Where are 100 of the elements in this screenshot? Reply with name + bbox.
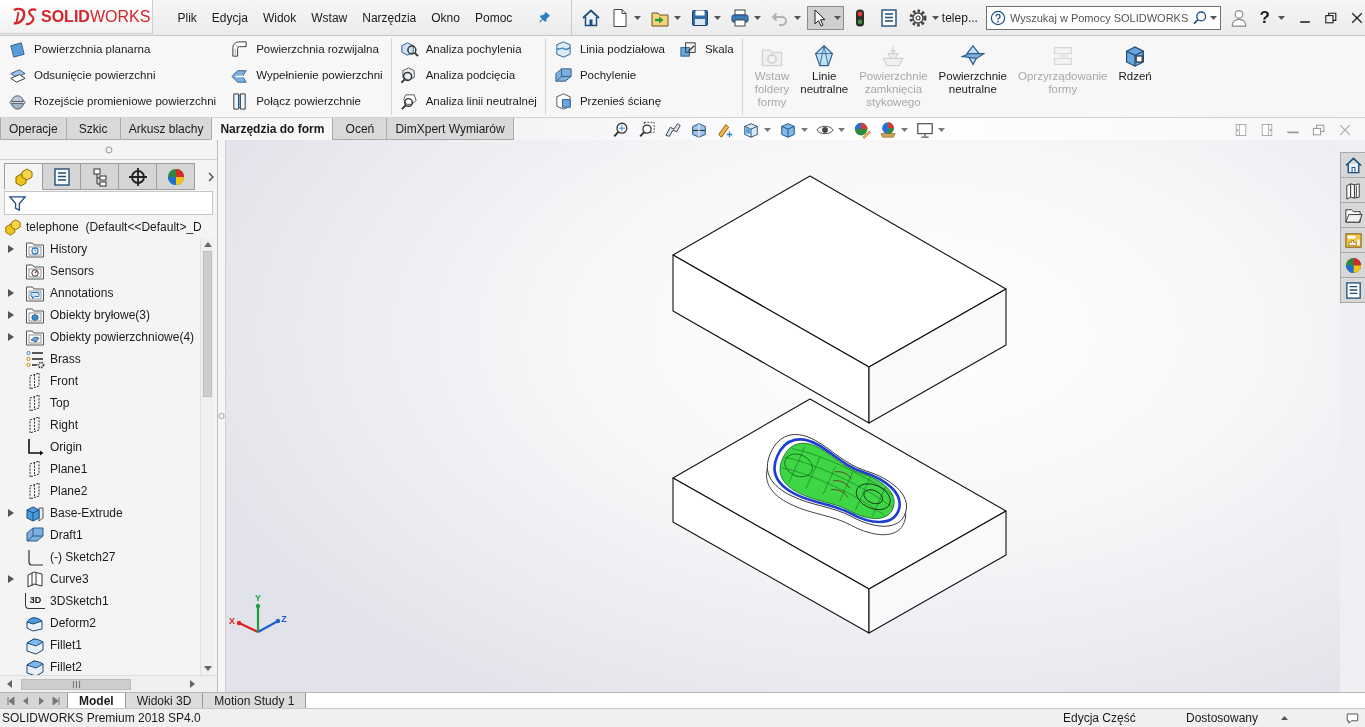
- first-tab-icon[interactable]: [6, 696, 15, 705]
- property-manager-tab[interactable]: [42, 163, 81, 190]
- view-palette-icon[interactable]: [1343, 230, 1363, 250]
- tree-item[interactable]: Draft1: [50, 528, 83, 542]
- menu-item[interactable]: Plik: [177, 10, 197, 25]
- tree-item[interactable]: Curve3: [50, 572, 89, 586]
- scroll-left-icon[interactable]: [7, 680, 12, 688]
- search-box[interactable]: Wyszukaj w Pomocy SOLIDWORKS: [985, 5, 1221, 30]
- ribbon-tab[interactable]: Operacje: [0, 118, 67, 140]
- chevron-right-icon[interactable]: [208, 171, 214, 182]
- user-silhouette-icon[interactable]: [1229, 7, 1248, 28]
- caret-down-icon[interactable]: [937, 128, 945, 132]
- scroll-right-icon[interactable]: [190, 680, 195, 688]
- tree-item[interactable]: Obiekty powierzchniowe(4): [50, 330, 195, 344]
- configuration-manager-tab[interactable]: [80, 163, 119, 190]
- ribbon-button[interactable]: Pochylenie: [550, 62, 668, 88]
- property-list-icon[interactable]: [1343, 280, 1363, 300]
- tree-item[interactable]: (-) Sketch27: [50, 550, 116, 564]
- caret-down-icon[interactable]: [1278, 15, 1285, 20]
- help-circle-icon[interactable]: [989, 9, 1006, 26]
- view-tab[interactable]: Widoki 3D: [125, 693, 204, 708]
- scroll-up-icon[interactable]: [203, 242, 212, 247]
- scrollbar-thumb[interactable]: [203, 251, 212, 397]
- caret-down-icon[interactable]: [837, 128, 845, 132]
- vertical-scrollbar[interactable]: [200, 238, 214, 675]
- grip-handle-icon[interactable]: [218, 412, 225, 420]
- ribbon-tab[interactable]: Oceń: [332, 118, 388, 140]
- last-tab-icon[interactable]: [52, 696, 61, 705]
- feature-tree-tab[interactable]: [4, 163, 43, 190]
- expand-arrow-icon[interactable]: [8, 311, 14, 319]
- caret-down-icon[interactable]: [900, 128, 908, 132]
- caret-down-icon[interactable]: [763, 128, 771, 132]
- scene-ball-icon[interactable]: [878, 121, 897, 139]
- dimxpert-manager-tab[interactable]: [118, 163, 157, 190]
- tree-item[interactable]: History: [50, 242, 88, 256]
- tree-item[interactable]: Base-Extrude: [50, 506, 123, 520]
- section-view-icon[interactable]: [689, 121, 708, 139]
- tree-item[interactable]: Fillet1: [50, 638, 82, 652]
- ribbon-button[interactable]: Połącz powierzchnie: [227, 88, 386, 114]
- ribbon-button[interactable]: Analiza linii neutralnej: [396, 88, 540, 114]
- menu-item[interactable]: Widok: [262, 10, 297, 25]
- logo-panel[interactable]: SOLIDWORKS: [0, 0, 153, 34]
- tree-item[interactable]: Plane1: [50, 462, 88, 476]
- tree-item[interactable]: Sensors: [50, 264, 95, 278]
- ribbon-button[interactable]: Powierzchnia planarna: [5, 36, 220, 62]
- caret-down-icon[interactable]: [1209, 15, 1217, 20]
- next-tab-icon[interactable]: [37, 696, 46, 705]
- expand-arrow-icon[interactable]: [8, 509, 14, 517]
- panel-right-icon[interactable]: [1259, 122, 1275, 138]
- ribbon-tab[interactable]: DimXpert Wymiarów: [386, 118, 514, 140]
- help-button[interactable]: ?: [1259, 7, 1270, 28]
- tree-item[interactable]: Obiekty bryłowe(3): [50, 308, 151, 322]
- scroll-down-icon[interactable]: [203, 666, 212, 671]
- units-text[interactable]: Dostosowany: [1186, 711, 1259, 725]
- ribbon-button[interactable]: Odsunięcie powierzchni: [5, 62, 220, 88]
- search-field[interactable]: Wyszukaj w Pomocy SOLIDWORKS: [1007, 11, 1190, 24]
- stacked-books-icon[interactable]: [1343, 180, 1363, 200]
- ribbon-button[interactable]: Skala: [675, 36, 737, 62]
- zoom-fit-icon[interactable]: [611, 121, 630, 139]
- expand-arrow-icon[interactable]: [8, 333, 14, 341]
- ribbon-tab[interactable]: Arkusz blachy: [119, 118, 213, 140]
- pin-icon[interactable]: [537, 10, 552, 25]
- tree-item[interactable]: telephone (Default<<Default>_D: [0, 216, 217, 238]
- house-icon[interactable]: [1343, 155, 1363, 175]
- filter-field[interactable]: [4, 191, 213, 215]
- previous-tab-icon[interactable]: [21, 696, 30, 705]
- chat-bubble-icon[interactable]: [1345, 710, 1360, 726]
- tree-item[interactable]: Annotations: [50, 286, 114, 300]
- color-ball-pencil-icon[interactable]: [852, 121, 871, 139]
- ribbon-button[interactable]: Analiza podcięcia: [396, 62, 540, 88]
- tree-item[interactable]: Deform2: [50, 616, 96, 630]
- zoom-area-icon[interactable]: [637, 121, 656, 139]
- ribbon-button[interactable]: Przenieś ścianę: [550, 88, 668, 114]
- annotation-view-icon[interactable]: [715, 121, 734, 139]
- horizontal-scrollbar[interactable]: [0, 675, 217, 692]
- view-cube-icon[interactable]: [741, 121, 760, 139]
- ribbon-button[interactable]: Analiza pochylenia: [396, 36, 540, 62]
- ribbon-button[interactable]: Powierzchnie neutralne: [934, 36, 1011, 96]
- ribbon-button[interactable]: Rdzeń: [1114, 36, 1156, 83]
- ribbon-tab[interactable]: Szkic: [65, 118, 121, 140]
- menu-item[interactable]: Pomoc: [474, 10, 513, 25]
- select-button[interactable]: [806, 5, 844, 30]
- view-tab[interactable]: Motion Study 1: [203, 693, 307, 708]
- ribbon-button[interactable]: Wypełnienie powierzchni: [227, 62, 386, 88]
- tree-item[interactable]: Plane2: [50, 484, 88, 498]
- graphics-area[interactable]: X Y Z: [226, 140, 1340, 692]
- tree-item[interactable]: Origin: [50, 440, 82, 454]
- ribbon-button[interactable]: Rozejście promieniowe powierzchni: [5, 88, 220, 114]
- color-ball-icon[interactable]: [1343, 255, 1363, 275]
- shaded-cube-icon[interactable]: [778, 121, 797, 139]
- caret-down-icon[interactable]: [800, 128, 808, 132]
- menu-item[interactable]: Narzędzia: [362, 10, 417, 25]
- ribbon-button[interactable]: Powierzchnia rozwijalna: [227, 36, 386, 62]
- tree-item[interactable]: Top: [50, 396, 70, 410]
- ribbon-button[interactable]: Linia podziałowa: [550, 36, 668, 62]
- search-icon[interactable]: [1191, 9, 1208, 26]
- menu-item[interactable]: Edycja: [211, 10, 248, 25]
- menu-item[interactable]: Wstaw: [311, 10, 348, 25]
- expand-arrow-icon[interactable]: [8, 575, 14, 583]
- expand-arrow-icon[interactable]: [8, 245, 14, 253]
